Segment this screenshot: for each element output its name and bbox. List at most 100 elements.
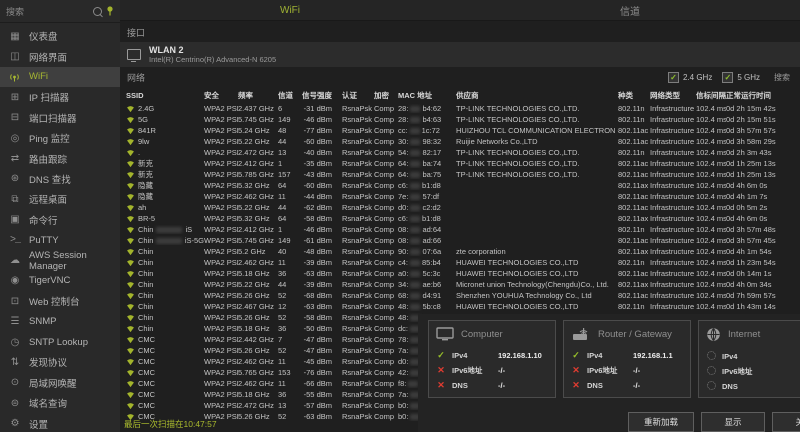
- ssid-cell: 隐藏: [126, 180, 204, 191]
- wifi-signal-icon: [126, 336, 135, 344]
- last-scan-status: 最后一次扫描在10:47:57: [124, 418, 217, 430]
- table-row[interactable]: ChinWPA2 PSK5.18 GHz36-63 dBmRsnaPskComp…: [120, 268, 800, 279]
- sidebar-item-tigervnc[interactable]: ◉TigerVNC: [0, 271, 120, 291]
- sidebar-item-仪表盘[interactable]: ▦仪表盘: [0, 26, 120, 46]
- column-header[interactable]: 正常运行时间: [726, 90, 790, 101]
- table-row[interactable]: BR-5WPA2 PSK5.32 GHz64-58 dBmRsnaPskComp…: [120, 213, 800, 224]
- table-row[interactable]: ChiniSWPA2 PSK2.412 GHz1-46 dBmRsnaPskCo…: [120, 224, 800, 235]
- table-row[interactable]: 5GWPA2 PSK5.745 GHz149-46 dBmRsnaPskComp…: [120, 114, 800, 125]
- column-header[interactable]: 频率: [238, 90, 278, 101]
- sidebar-item-wifi[interactable]: WiFi: [0, 67, 120, 87]
- sidebar-item-端口扫描器[interactable]: ⊟端口扫描器: [0, 108, 120, 128]
- column-header[interactable]: 安全: [204, 90, 238, 101]
- search-input[interactable]: 搜索: [6, 5, 89, 18]
- mac-address-cell: 64:ba:75: [398, 170, 456, 179]
- card-row-ipv4: ✓IPv4192.168.1.1: [571, 348, 683, 363]
- mac-address-cell: 28:b4:62: [398, 104, 456, 113]
- web-console-icon: ⊡: [8, 296, 22, 307]
- table-row[interactable]: 新克WPA2 PSK5.785 GHz157-43 dBmRsnaPskComp…: [120, 169, 800, 180]
- filter-5ghz-checkbox[interactable]: ✓ 5 GHz: [722, 72, 760, 83]
- sidebar-item-ping-监控[interactable]: ◎Ping 监控: [0, 128, 120, 148]
- column-header[interactable]: MAC 地址: [398, 90, 456, 101]
- column-header[interactable]: 信号强度: [302, 90, 342, 101]
- tab-channels[interactable]: 信道: [460, 0, 800, 20]
- sidebar-item-web-控制台[interactable]: ⊡Web 控制台: [0, 291, 120, 311]
- sidebar-item-设置[interactable]: ⚙设置: [0, 413, 120, 432]
- network-interface-icon: ◫: [8, 51, 22, 62]
- wifi-signal-icon: [126, 248, 135, 256]
- table-row[interactable]: 隐藏WPA2 PSK5.32 GHz64-60 dBmRsnaPskCompc6…: [120, 180, 800, 191]
- sidebar-item-网络界面[interactable]: ◫网络界面: [0, 46, 120, 66]
- column-header[interactable]: 认证: [342, 90, 374, 101]
- column-header[interactable]: 信道: [278, 90, 302, 101]
- column-header[interactable]: 信标间隔: [696, 90, 726, 101]
- reload-button[interactable]: 重新加载: [628, 412, 694, 432]
- table-row[interactable]: 新克WPA2 PSK2.412 GHz1-35 dBmRsnaPskComp64…: [120, 158, 800, 169]
- table-row[interactable]: 9lwWPA2 PSK5.22 GHz44-60 dBmRsnaPskComp3…: [120, 136, 800, 147]
- card-row-ipv6地址: IPv6地址: [706, 364, 800, 379]
- sidebar-item-snmp[interactable]: ☰SNMP: [0, 311, 120, 331]
- table-row[interactable]: 841RWPA2 PSK5.24 GHz48-77 dBmRsnaPskComp…: [120, 125, 800, 136]
- table-row[interactable]: ChinWPA2 PSK5.26 GHz52-68 dBmRsnaPskComp…: [120, 290, 800, 301]
- card-row-ipv4: ✓IPv4192.168.1.10: [436, 348, 548, 363]
- table-row[interactable]: ChinWPA2 PSK2.467 GHz12-63 dBmRsnaPskCom…: [120, 301, 800, 312]
- wifi-signal-icon: [126, 281, 135, 289]
- column-header[interactable]: 供应商: [456, 90, 618, 101]
- table-row[interactable]: 2.4GWPA2 PSK2.437 GHz6-31 dBmRsnaPskComp…: [120, 103, 800, 114]
- sidebar-item-label: SNTP Lookup: [29, 337, 88, 348]
- dashboard-icon: ▦: [8, 31, 22, 42]
- card-row-value: 192.168.1.10: [498, 351, 542, 360]
- column-header[interactable]: 网络类型: [650, 90, 696, 101]
- ssid-cell: CMC: [126, 346, 204, 355]
- sidebar-search[interactable]: 搜索: [0, 0, 120, 23]
- sidebar-item-命令行[interactable]: ▣命令行: [0, 210, 120, 230]
- sidebar-item-dns-查找[interactable]: ⊛DNS 查找: [0, 169, 120, 189]
- connection-cards: Computer✓IPv4192.168.1.10✕IPv6地址-/-✕DNS-…: [428, 320, 800, 398]
- card-row-dns: ✕DNS-/-: [571, 378, 683, 393]
- sidebar-item-aws-session-manager[interactable]: ☁AWS Session Manager: [0, 250, 120, 270]
- sidebar-item-ip-扫描器[interactable]: ⊞IP 扫描器: [0, 87, 120, 107]
- tab-wifi[interactable]: WiFi: [120, 0, 460, 20]
- sidebar-item-局域网唤醒[interactable]: ⊙局域网唤醒: [0, 373, 120, 393]
- table-row[interactable]: ChinWPA2 PSK5.22 GHz44-39 dBmRsnaPskComp…: [120, 279, 800, 290]
- column-header[interactable]: 种类: [618, 90, 650, 101]
- sidebar-item-label: Ping 监控: [29, 131, 70, 145]
- sidebar-item-putty[interactable]: >_PuTTY: [0, 230, 120, 250]
- sidebar-item-label: 远程桌面: [29, 192, 67, 206]
- network-search-link[interactable]: 搜索: [774, 72, 790, 83]
- close-button[interactable]: 关闭: [772, 412, 800, 432]
- sidebar-item-远程桌面[interactable]: ⧉ 远程桌面: [0, 189, 120, 209]
- mac-address-cell: a0:5c:3c: [398, 269, 456, 278]
- table-row[interactable]: ChinWPA2 PSK5.2 GHz40-48 dBmRsnaPskComp9…: [120, 246, 800, 257]
- redacted-text: [410, 183, 420, 189]
- show-button[interactable]: 显示: [701, 412, 765, 432]
- pending-spinner-icon: [706, 381, 716, 392]
- table-row[interactable]: .WPA2 PSK2.472 GHz13-40 dBmRsnaPskComp54…: [120, 147, 800, 158]
- wifi-signal-icon: [126, 105, 135, 113]
- table-row[interactable]: ahWPA2 PSK5.22 GHz44-62 dBmRsnaPskCompd0…: [120, 202, 800, 213]
- pin-icon[interactable]: [106, 6, 114, 16]
- mac-address-cell: d0:c2:d2: [398, 203, 456, 212]
- sidebar-item-sntp-lookup[interactable]: ◷SNTP Lookup: [0, 332, 120, 352]
- interface-row[interactable]: WLAN 2 Intel(R) Centrino(R) Advanced-N 6…: [120, 42, 800, 67]
- table-row[interactable]: ChiniS-5GWPA2 PSK5.745 GHz149-61 dBmRsna…: [120, 235, 800, 246]
- redacted-text: [410, 271, 420, 277]
- sidebar-item-发现协议[interactable]: ⇅发现协议: [0, 352, 120, 372]
- redacted-text: [156, 238, 181, 244]
- remote-desktop-icon: ⧉: [8, 194, 22, 205]
- ssid-cell: Chin: [126, 302, 204, 311]
- table-header[interactable]: SSID安全频率信道信号强度认证加密MAC 地址供应商种类网络类型信标间隔正常运…: [120, 88, 800, 103]
- sidebar-item-路由跟踪[interactable]: ⇄路由跟踪: [0, 148, 120, 168]
- filter-24ghz-checkbox[interactable]: ✓ 2.4 GHz: [668, 72, 712, 83]
- column-header[interactable]: 加密: [374, 90, 398, 101]
- column-header[interactable]: SSID: [126, 91, 204, 100]
- sidebar-item-域名查询[interactable]: ⊜域名查询: [0, 393, 120, 413]
- card-row-label: IPv4: [587, 351, 627, 360]
- table-row[interactable]: 隐藏WPA2 PSK2.462 GHz11-44 dBmRsnaPskComp7…: [120, 191, 800, 202]
- wifi-signal-icon: [126, 314, 135, 322]
- wifi-signal-icon: [126, 369, 135, 377]
- check-icon: ✓: [436, 350, 446, 361]
- sidebar-item-label: 设置: [29, 417, 48, 431]
- wifi-signal-icon: [126, 380, 135, 388]
- table-row[interactable]: ChinWPA2 PSK2.462 GHz11-39 dBmRsnaPskCom…: [120, 257, 800, 268]
